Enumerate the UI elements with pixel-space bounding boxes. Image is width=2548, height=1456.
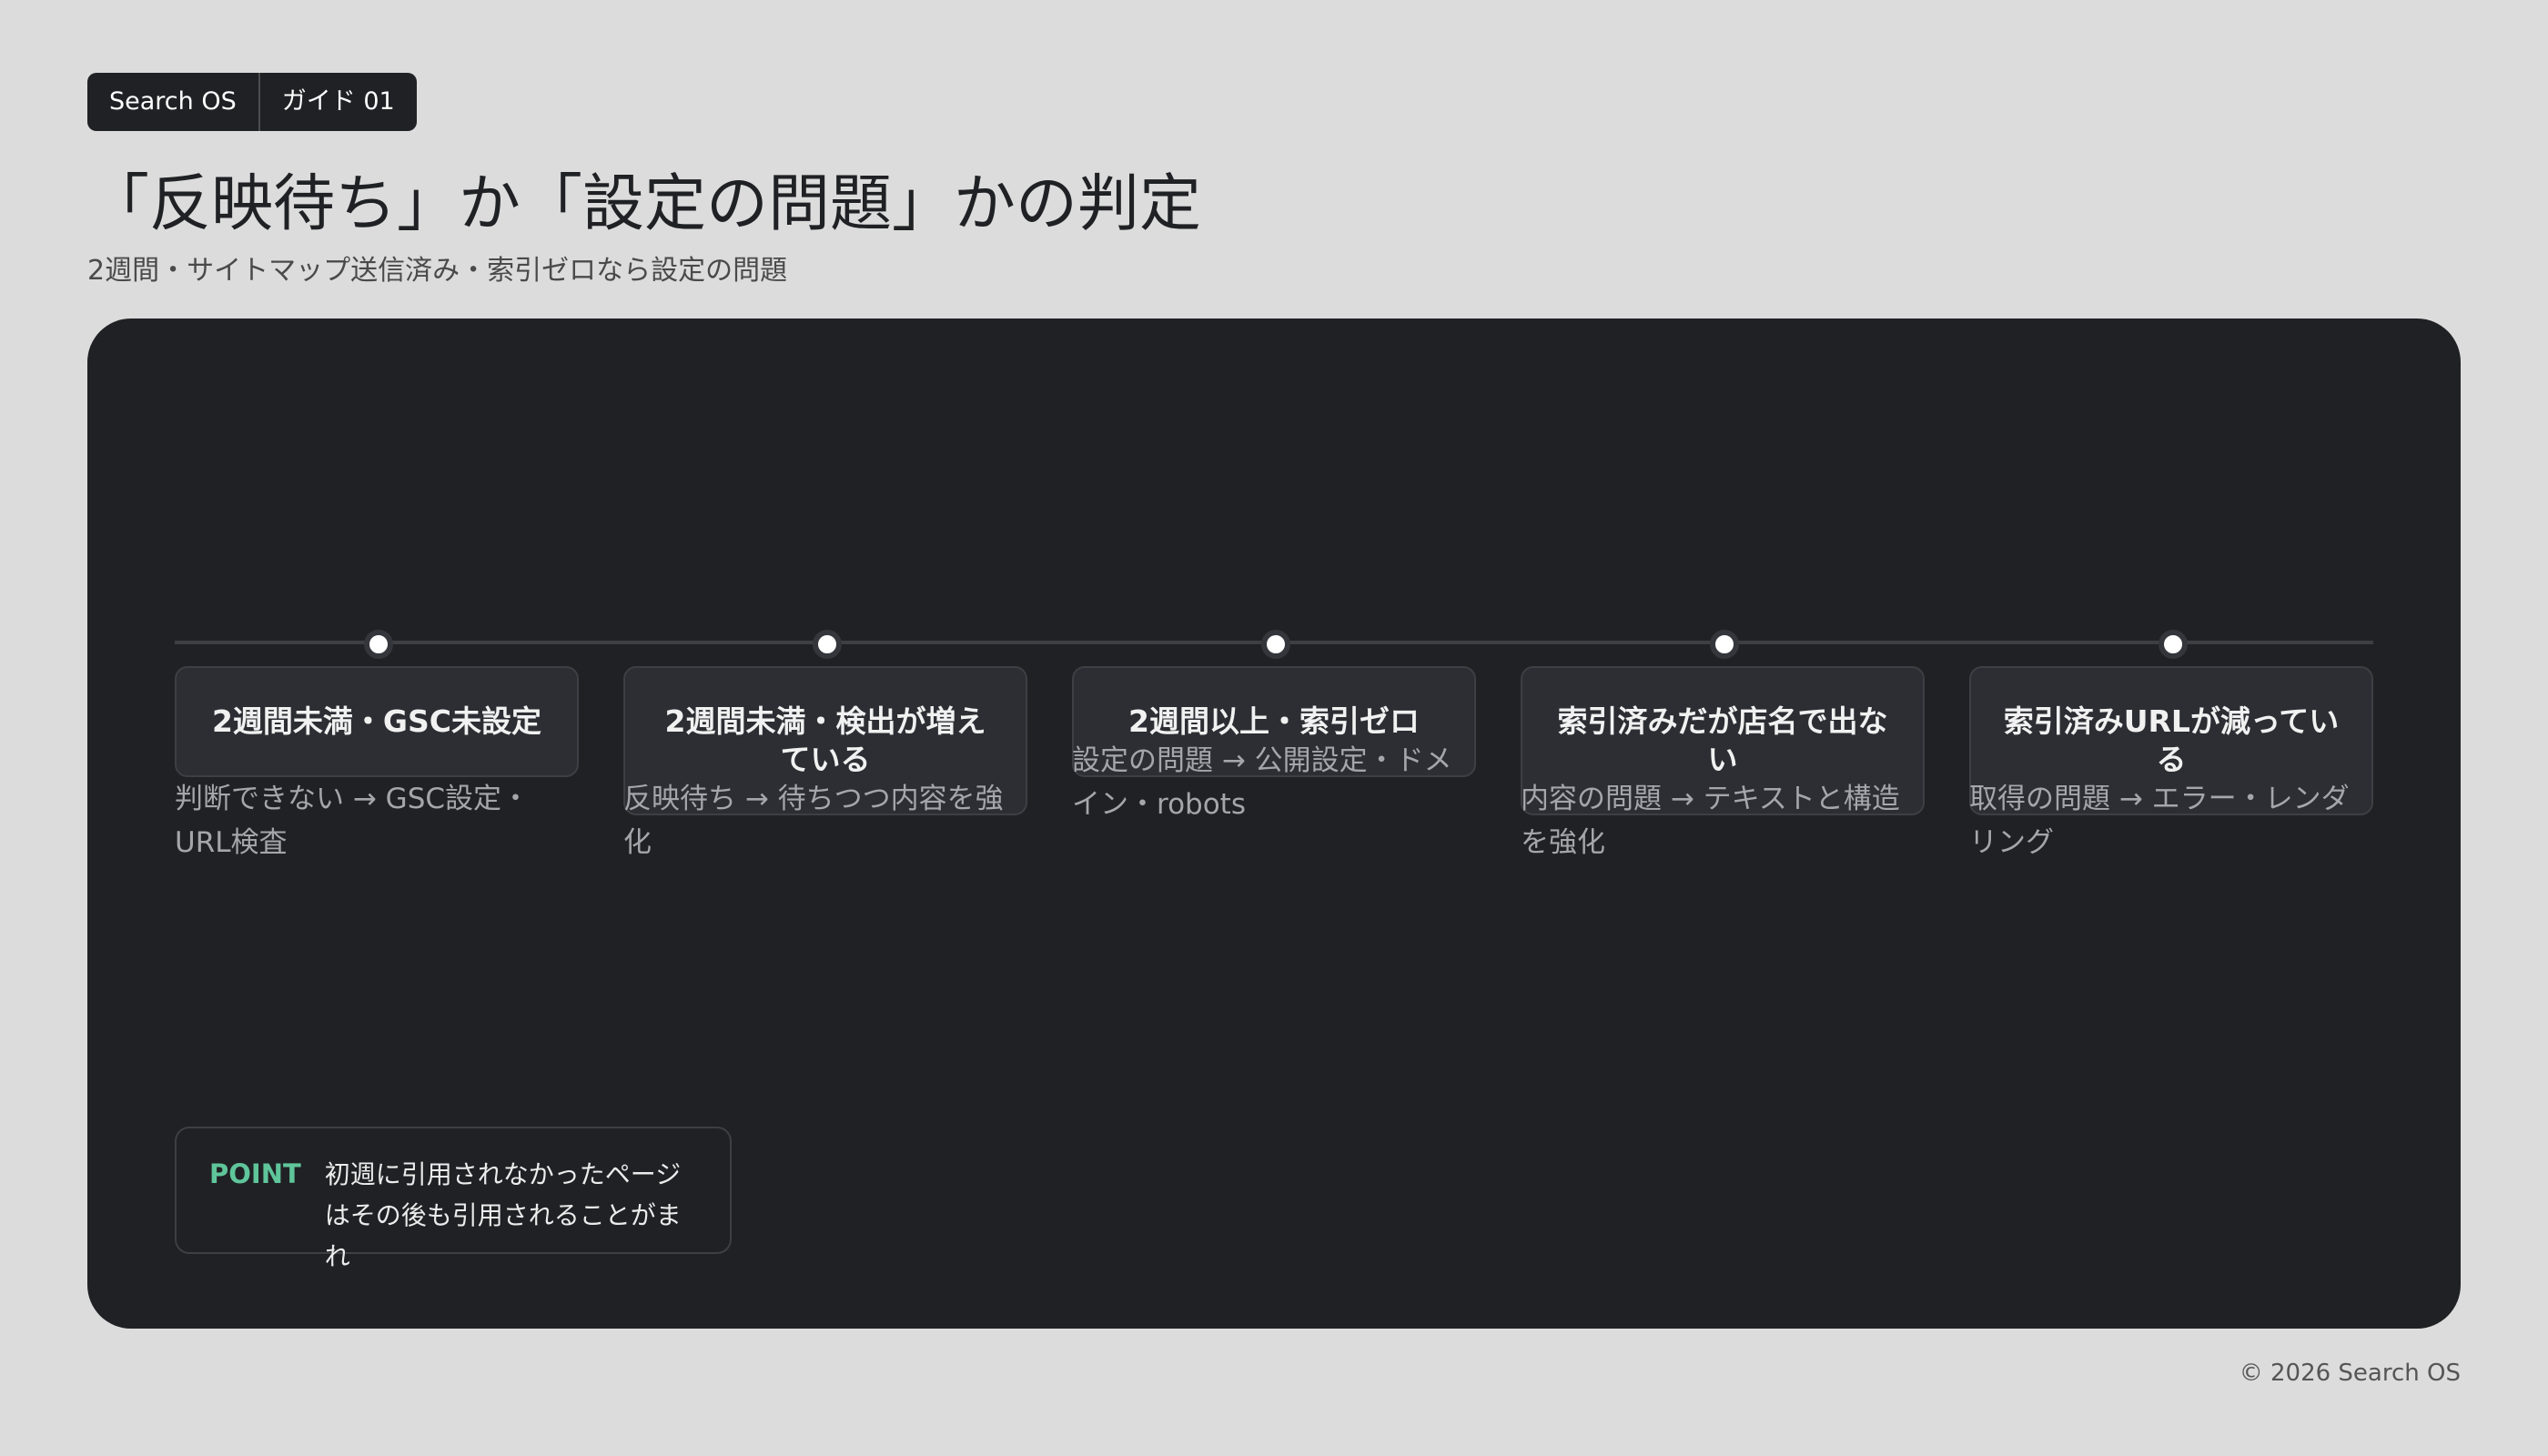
timeline-dot <box>364 630 393 659</box>
point-callout: POINT 初週に引用されなかったページはその後も引用されることがまれ <box>175 1127 732 1271</box>
timeline-dot <box>1261 630 1290 659</box>
guide-badge: Search OS ガイド 01 <box>87 73 417 131</box>
brand-label: Search OS <box>109 87 237 116</box>
page-title: 「反映待ち」か「設定の問題」かの判定 <box>87 168 1202 240</box>
step-description: 反映待ち → 待ちつつ内容を強化 <box>623 783 1004 859</box>
step-description: 設定の問題 → 公開設定・ドメイン・robots <box>1072 744 1452 821</box>
step-description: 取得の問題 → エラー・レンダリング <box>1969 783 2350 859</box>
guide-number-label: ガイド 01 <box>281 87 395 116</box>
copyright-footer: © 2026 Search OS <box>2239 1360 2461 1387</box>
page-subtitle: 2週間・サイトマップ送信済み・索引ゼロなら設定の問題 <box>87 255 788 287</box>
timeline-dot <box>1710 630 1739 659</box>
step-card: 2週間未満・GSC未設定 <box>175 666 579 777</box>
step-description: 内容の問題 → テキストと構造を強化 <box>1521 783 1900 859</box>
step-description: 判断できない → GSC設定・URL検査 <box>175 783 531 859</box>
point-label: POINT <box>209 1158 301 1189</box>
timeline-dot <box>813 630 842 659</box>
decision-panel: 2週間未満・GSC未設定 判断できない → GSC設定・URL検査 2週間未満・… <box>87 318 2461 1329</box>
timeline-dot <box>2159 630 2188 659</box>
point-text: 初週に引用されなかったページはその後も引用されることがまれ <box>324 1159 682 1271</box>
